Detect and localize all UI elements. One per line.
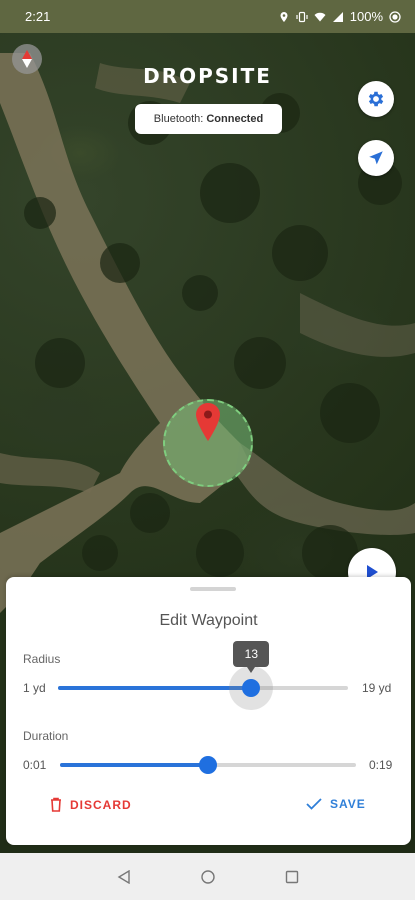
nav-back-button[interactable]	[116, 869, 132, 885]
triangle-back-icon	[117, 869, 130, 884]
app-logo: DROPSITE	[143, 64, 272, 88]
duration-max-label: 0:19	[369, 758, 393, 772]
radius-max-label: 19 yd	[362, 681, 392, 695]
nav-home-button[interactable]	[200, 869, 216, 885]
status-bar: 2:21 100%	[0, 0, 415, 33]
app-screen: 2:21 100% DROPSITE Bluetooth: Connected …	[0, 0, 415, 900]
radius-value-tooltip: 13	[233, 641, 270, 673]
vibrate-icon	[296, 11, 308, 22]
save-button[interactable]: SAVE	[306, 797, 366, 811]
trash-icon	[51, 797, 61, 812]
radius-value: 13	[244, 647, 258, 661]
duration-min-label: 0:01	[23, 758, 47, 772]
radius-label: Radius	[23, 652, 61, 666]
edit-waypoint-sheet: Edit Waypoint Radius 1 yd 13 19 yd Durat…	[6, 577, 411, 845]
sheet-title: Edit Waypoint	[159, 612, 258, 629]
circle-home-icon	[200, 869, 215, 884]
battery-icon	[389, 10, 401, 23]
square-recents-icon	[285, 870, 298, 883]
wifi-icon	[314, 12, 326, 21]
locate-button[interactable]	[358, 140, 394, 176]
radius-slider-fill	[58, 686, 252, 690]
status-time: 2:21	[25, 9, 51, 24]
duration-slider-fill	[60, 763, 208, 767]
bluetooth-status: Bluetooth: Connected	[135, 104, 282, 134]
nav-recents-button[interactable]	[284, 869, 300, 885]
discard-label: DISCARD	[70, 797, 132, 812]
check-icon	[306, 798, 322, 810]
duration-slider-thumb[interactable]	[199, 756, 217, 774]
system-nav-bar	[0, 853, 415, 900]
bluetooth-state: Connected	[206, 113, 264, 125]
sheet-drag-handle[interactable]	[190, 587, 236, 591]
status-icons: 100%	[278, 9, 401, 24]
navigation-arrow-icon	[369, 151, 383, 165]
radius-slider[interactable]: 13	[58, 641, 348, 710]
map-pin-icon[interactable]	[196, 403, 220, 441]
duration-label: Duration	[23, 729, 69, 743]
location-icon	[280, 11, 288, 22]
signal-icon	[332, 11, 343, 22]
duration-slider[interactable]	[60, 756, 356, 774]
save-label: SAVE	[330, 797, 366, 811]
bluetooth-label: Bluetooth:	[153, 113, 204, 125]
discard-button[interactable]: DISCARD	[50, 797, 132, 812]
radius-min-label: 1 yd	[23, 681, 46, 695]
gear-icon	[368, 91, 384, 107]
settings-button[interactable]	[358, 81, 394, 117]
battery-percent: 100%	[349, 9, 383, 24]
